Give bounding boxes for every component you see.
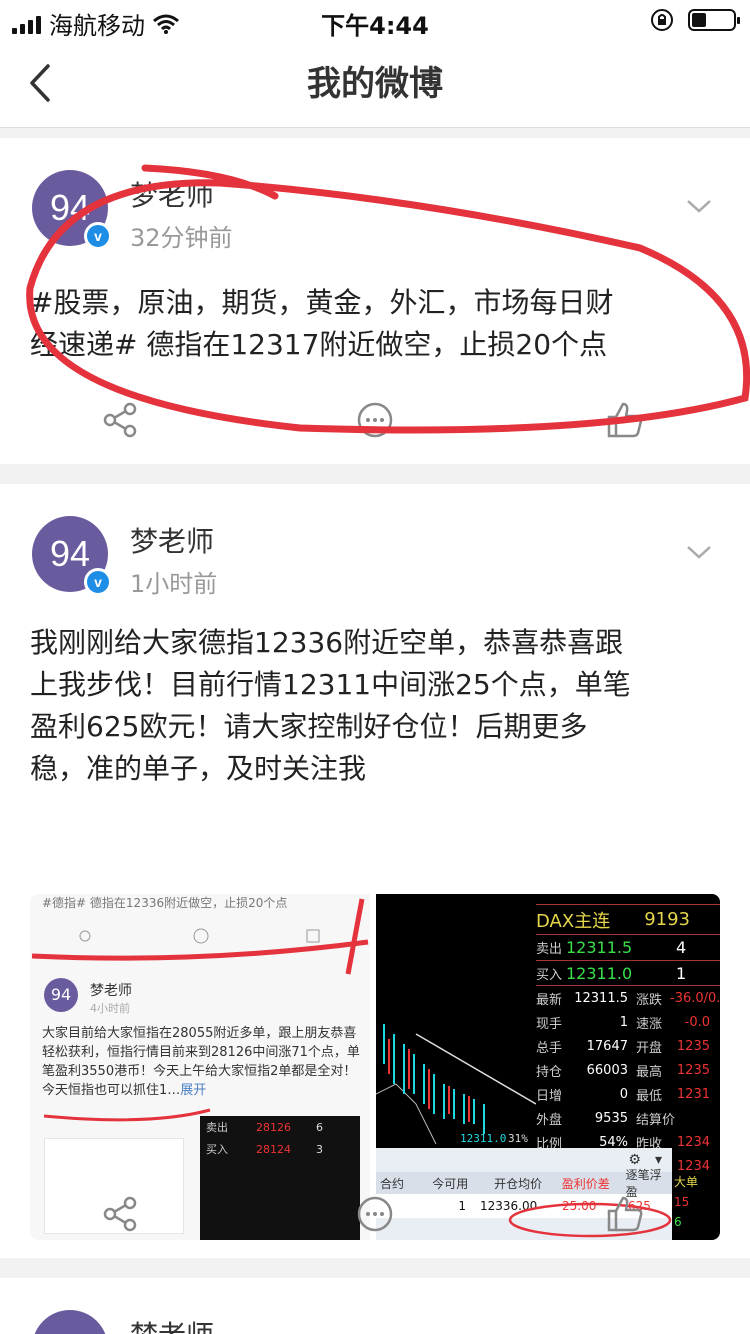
status-time: 下午4:44 — [321, 12, 429, 40]
image-text: 大家目前给大家恒指在28055附近多单，跟上朋友恭喜轻松获利，恒指行情目前来到2… — [42, 1026, 360, 1098]
nav-bar: 我的微博 — [0, 40, 750, 128]
back-icon[interactable] — [22, 60, 62, 106]
quote-panel: DAX主连 9193 卖出 12311.5 4 买入 12311.0 1 最新 12… — [536, 904, 720, 1200]
post-images: #德指# 德指在12336附近做空，止损20个点 94 梦老师 4小时前 大家目… — [30, 894, 720, 1240]
quote-row: 最新12311.5涨跌-36.0/0.2 — [536, 990, 720, 1008]
post-card: 94 v 梦老师 1小时前 我刚刚给大家德指12336附近空单，恭喜恭喜跟 上我… — [0, 484, 750, 1258]
post-author[interactable]: 梦老师 — [130, 1314, 214, 1334]
quote-row: 外盘 9535 结算价 — [536, 1110, 676, 1128]
image-text: 梦老师 — [90, 983, 132, 999]
comment-icon[interactable] — [355, 1194, 395, 1234]
verified-badge: v — [84, 568, 112, 596]
quote-row: 持仓 66003 最高 1235 — [536, 1062, 710, 1080]
status-bar: 海航移动 下午4:44 — [0, 0, 750, 40]
post-image[interactable]: #德指# 德指在12336附近做空，止损20个点 94 梦老师 4小时前 大家目… — [30, 894, 370, 1240]
rotation-lock-icon — [651, 9, 673, 31]
share-icon[interactable] — [100, 1194, 140, 1234]
post-time: 1小时前 — [130, 570, 218, 598]
post-text: 我刚刚给大家德指12336附近空单，恭喜恭喜跟 上我步伐！目前行情12311中间… — [30, 622, 720, 790]
battery-icon — [688, 9, 740, 31]
avatar[interactable] — [32, 1310, 108, 1334]
like-icon[interactable] — [605, 1194, 645, 1234]
post-author[interactable]: 梦老师 — [130, 520, 214, 560]
post-text-line: 上我步伐！目前行情12311中间涨25个点，单笔 — [30, 668, 631, 701]
post-image[interactable]: 12311.0 31% DAX主连 9193 卖出 12311.5 4 买入 12… — [376, 894, 720, 1240]
post-card: 94 v 梦老师 32分钟前 #股票，原油，期货，黄金，外汇，市场每日财 经速递… — [0, 138, 750, 464]
post-text-line: 我刚刚给大家德指12336附近空单，恭喜恭喜跟 — [30, 626, 624, 659]
chevron-down-icon[interactable] — [686, 544, 712, 560]
image-text: 4小时前 — [90, 1002, 130, 1015]
svg-text:12311.0: 12311.0 — [460, 1132, 506, 1145]
quote-row: 现手 1 速涨 -0.0 — [536, 1014, 710, 1032]
quote-row: 总手 17647 开盘 1235 — [536, 1038, 710, 1056]
avatar: 94 — [44, 978, 78, 1012]
post-actions — [0, 1194, 750, 1244]
quote-row: 日增 0 最低 1231 — [536, 1086, 710, 1104]
candlestick-chart: 12311.0 31% — [376, 1024, 536, 1145]
red-circle-annotation — [26, 164, 750, 434]
post-text-line: 盈利625欧元！请大家控制好仓位！后期更多 — [30, 710, 588, 743]
page-title: 我的微博 — [307, 64, 443, 104]
post-text-line: 稳，准的单子，及时关注我 — [30, 752, 367, 785]
post-card: 梦老师 — [0, 1278, 750, 1334]
svg-text:31%: 31% — [508, 1132, 528, 1145]
